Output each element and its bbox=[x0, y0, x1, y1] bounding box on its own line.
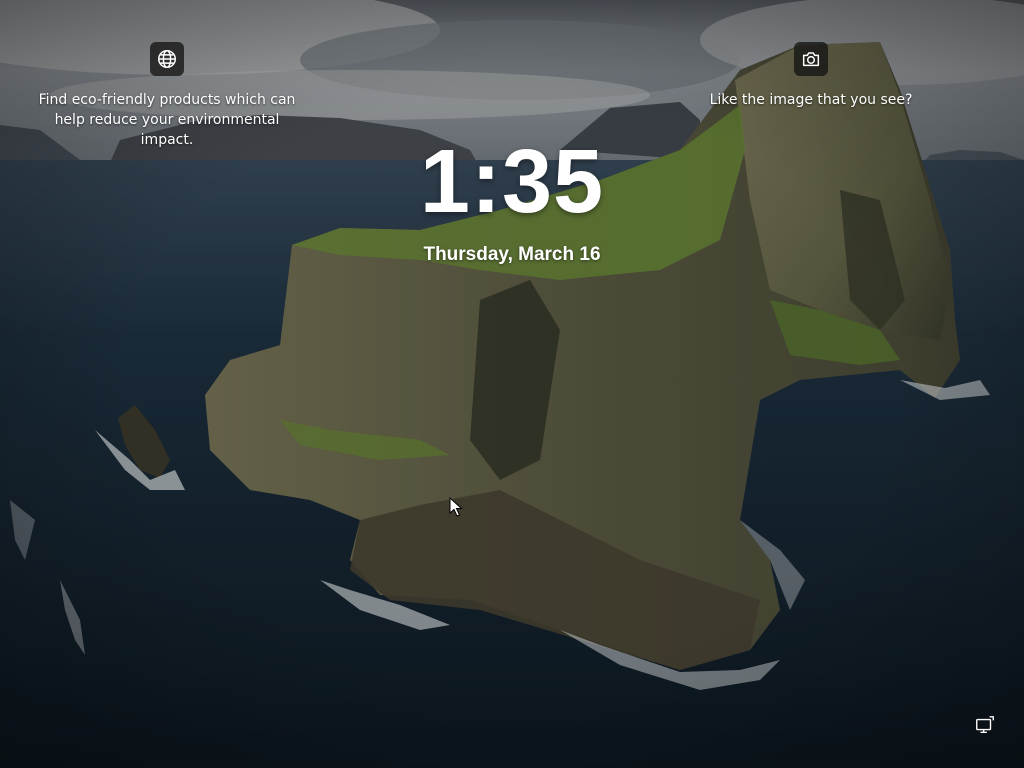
camera-icon[interactable] bbox=[794, 42, 828, 76]
image-feedback-tip[interactable]: Like the image that you see? bbox=[704, 42, 918, 110]
image-feedback-text[interactable]: Like the image that you see? bbox=[710, 90, 913, 110]
mouse-cursor-icon bbox=[449, 497, 463, 517]
globe-icon[interactable] bbox=[150, 42, 184, 76]
network-icon[interactable] bbox=[974, 714, 996, 736]
lockscreen-date: Thursday, March 16 bbox=[423, 244, 601, 265]
lockscreen-time: 1:35 bbox=[419, 132, 605, 232]
